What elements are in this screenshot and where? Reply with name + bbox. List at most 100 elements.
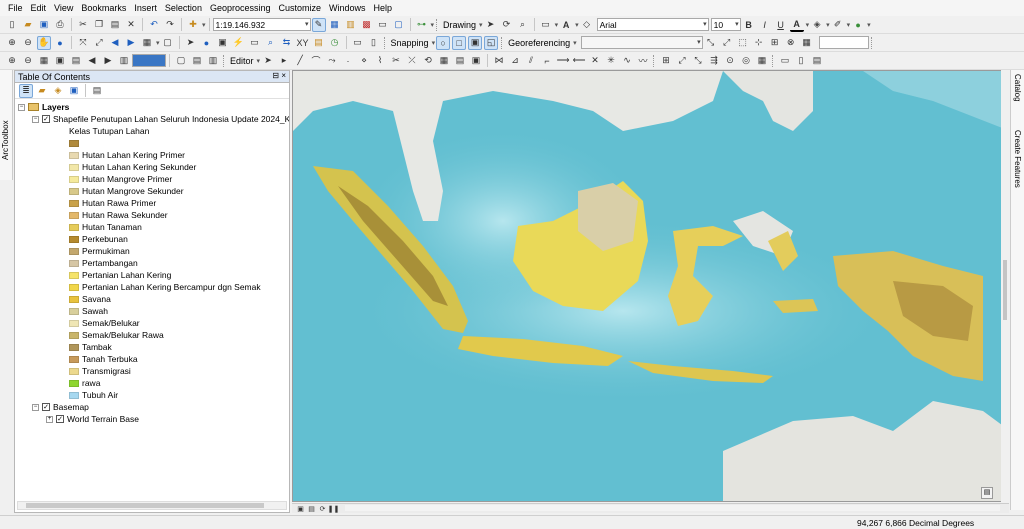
chevron-down-icon[interactable]: ▾: [847, 21, 851, 29]
select-elements-icon[interactable]: ➤: [484, 18, 498, 32]
extend-icon[interactable]: ⟶: [556, 54, 570, 68]
chevron-down-icon[interactable]: ▾: [431, 21, 435, 29]
scrollbar-thumb[interactable]: [26, 503, 264, 508]
add-data-icon[interactable]: ✚: [186, 18, 200, 32]
modelbuilder-icon[interactable]: ⊶: [415, 18, 429, 32]
legend-swatch[interactable]: [69, 295, 79, 303]
legend-class-row[interactable]: Perkebunan: [69, 233, 128, 245]
delete-icon[interactable]: ✕: [124, 18, 138, 32]
html-popup-icon[interactable]: ▣: [216, 36, 230, 50]
layout-forward-icon[interactable]: ▶: [101, 54, 115, 68]
hyperlink-icon[interactable]: ⚡: [232, 36, 246, 50]
zoom-page-icon[interactable]: ⌕: [516, 18, 530, 32]
new-displacement-link-icon[interactable]: ⤢: [675, 54, 689, 68]
legend-class-row[interactable]: Transmigrasi: [69, 365, 131, 377]
view-link-table-icon[interactable]: ⊞: [768, 36, 782, 50]
undo-icon[interactable]: ↶: [147, 18, 161, 32]
menu-help[interactable]: Help: [370, 3, 397, 13]
fillet-icon[interactable]: ⌐: [540, 54, 554, 68]
link-table-view-icon[interactable]: ▦: [755, 54, 769, 68]
point-icon[interactable]: ·: [341, 54, 355, 68]
legend-class-row[interactable]: Semak/Belukar: [69, 317, 140, 329]
layout-page-icon[interactable]: ▤: [69, 54, 83, 68]
edit-tool-icon[interactable]: ➤: [261, 54, 275, 68]
layer-row-landcover[interactable]: − ✓ Shapefile Penutupan Lahan Seluruh In…: [32, 113, 289, 125]
toc-options-icon[interactable]: ▤: [90, 84, 104, 98]
menu-insert[interactable]: Insert: [130, 3, 161, 13]
legend-class-row[interactable]: Semak/Belukar Rawa: [69, 329, 164, 341]
legend-swatch[interactable]: [69, 187, 79, 195]
reshape-feature-icon[interactable]: ⌇: [373, 54, 387, 68]
toolbar-grip[interactable]: [501, 36, 504, 49]
edit-vertices-icon[interactable]: ◇: [580, 18, 594, 32]
legend-swatch[interactable]: [69, 343, 79, 351]
toolbar-grip[interactable]: [653, 54, 656, 67]
back-arrow-icon[interactable]: ◀: [108, 36, 122, 50]
rotate-icon[interactable]: ⟳: [500, 18, 514, 32]
add-control-points-icon[interactable]: ⊹: [752, 36, 766, 50]
link-table-icon[interactable]: ▦: [800, 36, 814, 50]
legend-class-row[interactable]: Tubuh Air: [69, 389, 118, 401]
topology-icon[interactable]: ⋈: [492, 54, 506, 68]
zoom-out-icon[interactable]: ⊖: [21, 36, 35, 50]
legend-class-row[interactable]: [69, 137, 82, 149]
end-point-arc-icon[interactable]: ⌒: [309, 54, 323, 68]
swipe-icon[interactable]: ▯: [367, 36, 381, 50]
legend-swatch[interactable]: [69, 271, 79, 279]
data-driven-pages-icon[interactable]: ▥: [206, 54, 220, 68]
scale-georef-icon[interactable]: ⬚: [736, 36, 750, 50]
layout-back-icon[interactable]: ◀: [85, 54, 99, 68]
chevron-down-icon[interactable]: ▾: [479, 21, 483, 29]
arctoolbox-side-tab[interactable]: ArcToolbox: [0, 70, 13, 180]
list-by-drawing-order-icon[interactable]: ≣: [19, 83, 33, 98]
legend-swatch[interactable]: [69, 211, 79, 219]
go-to-extent-icon[interactable]: ▦: [140, 36, 154, 50]
legend-swatch[interactable]: [69, 151, 79, 159]
chevron-down-icon[interactable]: ▾: [573, 39, 577, 47]
list-by-visibility-icon[interactable]: ◈: [51, 84, 65, 98]
legend-swatch[interactable]: [69, 163, 79, 171]
point-snapping-icon[interactable]: ○: [436, 35, 451, 50]
open-folder-icon[interactable]: ▰: [21, 18, 35, 32]
focus-frame-icon[interactable]: ▢: [174, 54, 188, 68]
viewer-window-icon[interactable]: ▭: [351, 36, 365, 50]
trace-icon[interactable]: ⤳: [325, 54, 339, 68]
new-document-icon[interactable]: ▯: [5, 18, 19, 32]
rotate-georef-icon[interactable]: ⤡: [704, 36, 718, 50]
clear-selection-icon[interactable]: ▢: [161, 36, 175, 50]
search-window-icon[interactable]: ▢: [392, 18, 406, 32]
georeferencing-menu[interactable]: Georeferencing: [506, 38, 572, 48]
bold-button[interactable]: B: [742, 18, 756, 32]
layout-zoom-out-icon[interactable]: ⊖: [21, 54, 35, 68]
vertex-snapping-icon[interactable]: ▣: [468, 35, 483, 50]
georef-layer-combo[interactable]: ▾: [580, 36, 703, 49]
chevron-down-icon[interactable]: ▾: [806, 21, 810, 29]
create-features-tab[interactable]: Create Features: [1013, 130, 1022, 188]
toc-window-controls[interactable]: ⊟ ×: [272, 71, 286, 80]
edit-annotation-icon[interactable]: ▸: [277, 54, 291, 68]
map-tips-icon[interactable]: ▭: [248, 36, 262, 50]
legend-swatch[interactable]: [69, 223, 79, 231]
map-corner-icon[interactable]: ▤: [981, 487, 993, 499]
zoom-in-icon[interactable]: ⊕: [5, 36, 19, 50]
save-icon[interactable]: ▣: [37, 18, 51, 32]
list-by-source-icon[interactable]: ▰: [35, 84, 49, 98]
spatial-adjust-icon[interactable]: ⊞: [659, 54, 673, 68]
layout-view-icon[interactable]: ▤: [307, 504, 316, 513]
italic-button[interactable]: I: [758, 18, 772, 32]
legend-class-row[interactable]: Permukiman: [69, 245, 130, 257]
split-tool-icon[interactable]: ⤫: [405, 54, 419, 68]
end-snapping-icon[interactable]: □: [452, 35, 467, 50]
layers-root-row[interactable]: − Layers: [18, 101, 69, 113]
sketch-properties-icon[interactable]: ▤: [453, 54, 467, 68]
edit-vertex-icon[interactable]: ⋄: [357, 54, 371, 68]
shift-georef-icon[interactable]: ⤢: [720, 36, 734, 50]
map-horizontal-scrollbar[interactable]: [345, 505, 1000, 511]
editor-menu[interactable]: Editor: [228, 56, 256, 66]
expand-icon[interactable]: +: [46, 415, 53, 423]
legend-swatch[interactable]: [69, 367, 79, 375]
fill-color-icon[interactable]: ◈: [810, 18, 824, 32]
legend-class-row[interactable]: Hutan Rawa Primer: [69, 197, 156, 209]
trim-icon[interactable]: ⟵: [572, 54, 586, 68]
forward-arrow-icon[interactable]: ▶: [124, 36, 138, 50]
